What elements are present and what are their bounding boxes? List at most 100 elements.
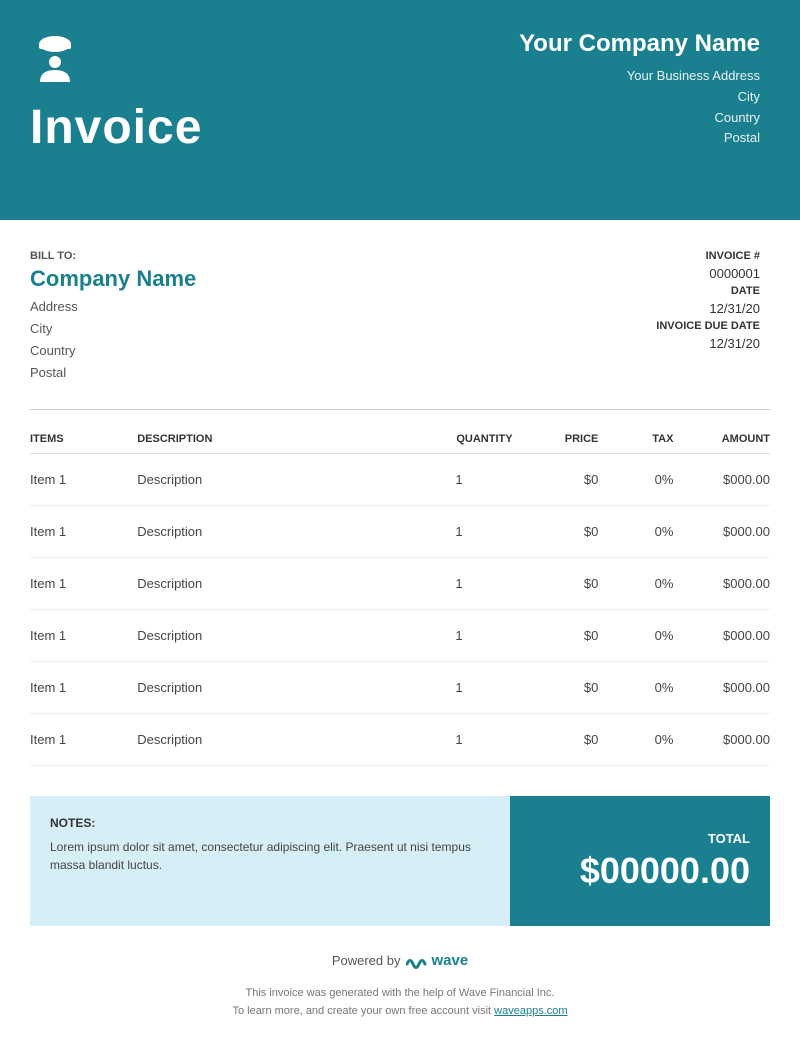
header-address: Your Business Address xyxy=(519,66,760,87)
row-tax-3: 0% xyxy=(598,610,673,662)
powered-by-section: Powered by wave xyxy=(0,926,800,979)
row-amount-0: $000.00 xyxy=(673,454,770,506)
row-qty-0: 1 xyxy=(405,454,512,506)
bill-to-label: BILL TO: xyxy=(30,250,560,262)
bill-postal: Postal xyxy=(30,362,560,384)
row-price-2: $0 xyxy=(513,558,599,610)
row-amount-3: $000.00 xyxy=(673,610,770,662)
invoice-number-label: INVOICE # xyxy=(706,250,760,262)
table-row: Item 1 Description 1 $0 0% $000.00 xyxy=(30,506,770,558)
due-date-label: INVOICE DUE DATE xyxy=(656,320,760,332)
header-company-name: Your Company Name xyxy=(519,30,760,58)
row-item-3: Item 1 xyxy=(30,610,137,662)
date-value-row: 12/31/20 xyxy=(560,301,760,316)
row-price-5: $0 xyxy=(513,714,599,766)
notes-text: Lorem ipsum dolor sit amet, consectetur … xyxy=(50,838,490,874)
row-desc-1: Description xyxy=(137,506,405,558)
row-item-1: Item 1 xyxy=(30,506,137,558)
header-country: Country xyxy=(519,108,760,129)
invoice-title: Invoice xyxy=(30,100,202,155)
notes-label: NOTES: xyxy=(50,816,490,830)
invoice-number-value: 0000001 xyxy=(680,266,760,281)
row-tax-0: 0% xyxy=(598,454,673,506)
row-desc-4: Description xyxy=(137,662,405,714)
legal-line2: To learn more, and create your own free … xyxy=(0,1003,800,1021)
row-item-2: Item 1 xyxy=(30,558,137,610)
row-desc-3: Description xyxy=(137,610,405,662)
bill-to-block: BILL TO: Company Name Address City Count… xyxy=(30,250,560,384)
col-header-quantity: QUANTITY xyxy=(405,425,512,454)
row-qty-3: 1 xyxy=(405,610,512,662)
table-header-row: ITEMS DESCRIPTION QUANTITY PRICE TAX AMO… xyxy=(30,425,770,454)
legal-line1: This invoice was generated with the help… xyxy=(0,985,800,1003)
total-box: TOTAL $00000.00 xyxy=(510,796,770,926)
invoice-number-value-row: 0000001 xyxy=(560,266,760,281)
bill-city: City xyxy=(30,318,560,340)
row-price-1: $0 xyxy=(513,506,599,558)
row-tax-1: 0% xyxy=(598,506,673,558)
row-price-3: $0 xyxy=(513,610,599,662)
company-icon xyxy=(30,30,80,90)
col-header-items: ITEMS xyxy=(30,425,137,454)
date-value: 12/31/20 xyxy=(680,301,760,316)
invoice-header: Invoice Your Company Name Your Business … xyxy=(0,0,800,220)
col-header-price: PRICE xyxy=(513,425,599,454)
footer-legal: This invoice was generated with the help… xyxy=(0,979,800,1040)
date-label: DATE xyxy=(731,285,760,297)
row-qty-4: 1 xyxy=(405,662,512,714)
wave-icon xyxy=(406,951,428,969)
row-desc-0: Description xyxy=(137,454,405,506)
due-date-label-row: INVOICE DUE DATE xyxy=(560,320,760,332)
powered-by-text: Powered by wave xyxy=(0,951,800,969)
row-item-4: Item 1 xyxy=(30,662,137,714)
row-desc-5: Description xyxy=(137,714,405,766)
col-header-amount: AMOUNT xyxy=(673,425,770,454)
row-desc-2: Description xyxy=(137,558,405,610)
row-item-0: Item 1 xyxy=(30,454,137,506)
row-qty-2: 1 xyxy=(405,558,512,610)
total-label: TOTAL xyxy=(708,831,750,846)
header-left: Invoice xyxy=(30,30,202,155)
row-qty-1: 1 xyxy=(405,506,512,558)
table-row: Item 1 Description 1 $0 0% $000.00 xyxy=(30,662,770,714)
row-amount-4: $000.00 xyxy=(673,662,770,714)
invoice-table-wrapper: ITEMS DESCRIPTION QUANTITY PRICE TAX AMO… xyxy=(0,425,800,766)
bill-section: BILL TO: Company Name Address City Count… xyxy=(0,220,800,394)
wave-link[interactable]: waveapps.com xyxy=(494,1005,567,1017)
row-tax-2: 0% xyxy=(598,558,673,610)
table-row: Item 1 Description 1 $0 0% $000.00 xyxy=(30,714,770,766)
bill-country: Country xyxy=(30,340,560,362)
row-amount-1: $000.00 xyxy=(673,506,770,558)
wave-label: wave xyxy=(431,952,468,969)
table-row: Item 1 Description 1 $0 0% $000.00 xyxy=(30,558,770,610)
bill-address: Address xyxy=(30,296,560,318)
row-price-4: $0 xyxy=(513,662,599,714)
section-divider xyxy=(30,409,770,410)
row-tax-5: 0% xyxy=(598,714,673,766)
date-label-row: DATE xyxy=(560,285,760,297)
footer-section: NOTES: Lorem ipsum dolor sit amet, conse… xyxy=(30,796,770,926)
table-row: Item 1 Description 1 $0 0% $000.00 xyxy=(30,454,770,506)
header-right: Your Company Name Your Business Address … xyxy=(519,30,760,149)
row-amount-2: $000.00 xyxy=(673,558,770,610)
table-row: Item 1 Description 1 $0 0% $000.00 xyxy=(30,610,770,662)
col-header-tax: TAX xyxy=(598,425,673,454)
total-amount: $00000.00 xyxy=(580,850,750,892)
row-amount-5: $000.00 xyxy=(673,714,770,766)
col-header-description: DESCRIPTION xyxy=(137,425,405,454)
due-date-value: 12/31/20 xyxy=(680,336,760,351)
powered-by-label: Powered by xyxy=(332,953,401,968)
notes-box: NOTES: Lorem ipsum dolor sit amet, conse… xyxy=(30,796,510,926)
row-tax-4: 0% xyxy=(598,662,673,714)
row-item-5: Item 1 xyxy=(30,714,137,766)
invoice-table: ITEMS DESCRIPTION QUANTITY PRICE TAX AMO… xyxy=(30,425,770,766)
bill-company-name: Company Name xyxy=(30,266,560,292)
due-date-value-row: 12/31/20 xyxy=(560,336,760,351)
row-qty-5: 1 xyxy=(405,714,512,766)
invoice-number-row: INVOICE # xyxy=(560,250,760,262)
header-postal: Postal xyxy=(519,128,760,149)
invoice-meta-block: INVOICE # 0000001 DATE 12/31/20 INVOICE … xyxy=(560,250,760,355)
row-price-0: $0 xyxy=(513,454,599,506)
header-city: City xyxy=(519,87,760,108)
wave-logo: wave xyxy=(406,951,468,969)
